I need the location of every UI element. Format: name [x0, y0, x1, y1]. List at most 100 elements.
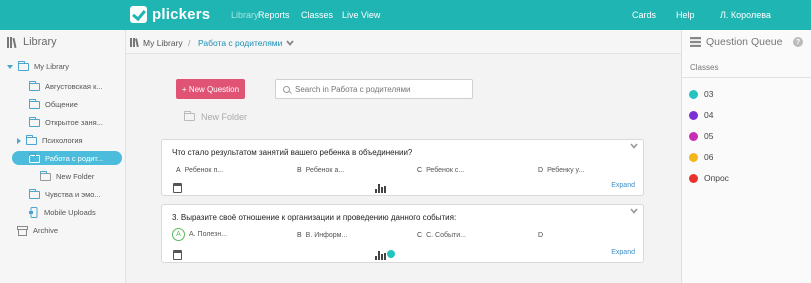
answer-text: Ребенок с...: [426, 167, 465, 174]
sidebar-item-folder[interactable]: Чувства и эмо...: [29, 188, 101, 201]
class-name: 03: [704, 89, 714, 99]
library-sidebar: Library My Library Августовская к... Общ…: [0, 30, 126, 283]
calendar-icon[interactable]: [173, 250, 182, 260]
class-item[interactable]: Опрос: [689, 173, 729, 183]
sidebar-item-folder[interactable]: Августовская к...: [29, 80, 103, 93]
sidebar-item-folder[interactable]: Психология: [17, 134, 83, 147]
answer-text: Ребенок п...: [184, 167, 224, 174]
answer-letter: B: [297, 167, 302, 174]
sidebar-item-new-folder[interactable]: New Folder: [40, 170, 94, 183]
folder-icon: [26, 134, 37, 145]
nav-classes[interactable]: Classes: [301, 10, 333, 20]
question-title: 3. Выразите своё отношение к организации…: [172, 213, 457, 222]
class-name: 06: [704, 152, 714, 162]
sidebar-item-label: Августовская к...: [45, 82, 103, 91]
class-color-dot: [689, 173, 698, 183]
new-folder-icon: [184, 111, 195, 121]
folder-icon: [29, 152, 40, 163]
class-item[interactable]: 03: [689, 89, 713, 99]
sidebar-item-folder[interactable]: Общение: [29, 98, 78, 111]
search-icon: [283, 85, 290, 93]
class-color-dot: [689, 110, 698, 120]
archive-icon: [17, 225, 28, 236]
class-name: 04: [704, 110, 714, 120]
class-item[interactable]: 05: [689, 131, 713, 141]
expand-caret-icon[interactable]: [7, 64, 13, 69]
queue-icon: [690, 37, 701, 47]
sidebar-item-archive[interactable]: Archive: [17, 224, 58, 237]
answer-choice: C Ребенок с...: [417, 167, 464, 174]
search-box[interactable]: [275, 79, 473, 99]
plickers-logo[interactable]: plickers: [130, 6, 210, 23]
answer-letter: B: [297, 232, 302, 239]
class-color-dot: [689, 131, 698, 141]
breadcrumb: My Library / Работа с родителями: [126, 30, 681, 54]
sidebar-item-folder[interactable]: Открытое заня...: [29, 116, 103, 129]
chevron-down-icon[interactable]: [630, 143, 638, 149]
library-icon: [7, 36, 17, 48]
class-color-dot: [689, 89, 698, 99]
answer-text: Ребенку у...: [547, 167, 585, 174]
sidebar-item-label: Психология: [42, 136, 83, 145]
answer-choice-correct: A А. Полезн...: [172, 228, 227, 241]
classes-label: Classes: [690, 63, 719, 72]
chevron-down-icon[interactable]: [630, 208, 638, 214]
answer-letter: D: [538, 232, 544, 239]
sidebar-item-label: Общение: [45, 100, 78, 109]
sidebar-item-selected-folder[interactable]: Работа с родит...: [29, 152, 103, 165]
calendar-icon[interactable]: [173, 183, 182, 193]
help-icon[interactable]: ?: [793, 37, 803, 47]
class-item[interactable]: 06: [689, 152, 713, 162]
chevron-down-icon[interactable]: [286, 40, 294, 46]
answer-letter: C: [417, 232, 423, 239]
new-folder-label: New Folder: [201, 112, 248, 122]
breadcrumb-current: Работа с родителями: [198, 38, 283, 48]
plickers-logo-icon: [130, 6, 147, 23]
nav-cards[interactable]: Cards: [632, 10, 656, 20]
breadcrumb-separator: /: [188, 38, 191, 48]
answer-text: В. Информ...: [305, 232, 348, 239]
class-name: 05: [704, 131, 714, 141]
question-card[interactable]: 3. Выразите своё отношение к организации…: [161, 204, 644, 263]
expand-link[interactable]: Expand: [611, 249, 635, 256]
answer-choice: C С. Событи...: [417, 232, 466, 239]
new-question-button[interactable]: + New Question: [176, 79, 245, 99]
bar-chart-icon[interactable]: [375, 184, 386, 193]
sidebar-item-label: Чувства и эмо...: [45, 190, 101, 199]
answer-letter: A: [176, 167, 181, 174]
answer-text: С. Событи...: [426, 232, 466, 239]
mobile-icon: [29, 207, 38, 218]
new-folder-button[interactable]: New Folder: [184, 111, 248, 122]
sidebar-item-label: Archive: [33, 226, 59, 235]
nav-user-account[interactable]: Л. Королева: [720, 10, 771, 20]
expand-link[interactable]: Expand: [611, 182, 635, 189]
search-input[interactable]: [295, 84, 465, 94]
nav-reports[interactable]: Reports: [258, 10, 290, 20]
sidebar-item-my-library[interactable]: My Library: [7, 60, 69, 73]
brand-name: plickers: [152, 6, 211, 23]
question-title: Что стало результатом занятий вашего реб…: [172, 148, 413, 157]
nav-live-view[interactable]: Live View: [342, 10, 380, 20]
class-item[interactable]: 04: [689, 110, 713, 120]
queued-class-dot: [387, 250, 395, 258]
sidebar-title: Library: [23, 36, 57, 48]
expand-caret-icon[interactable]: [17, 137, 21, 144]
correct-answer-letter: A: [172, 228, 185, 241]
answer-choice: B В. Информ...: [297, 232, 347, 239]
bar-chart-icon[interactable]: [375, 251, 386, 260]
nav-library[interactable]: Library: [231, 10, 259, 20]
divider: [682, 77, 811, 78]
nav-help[interactable]: Help: [676, 10, 695, 20]
new-folder-icon: [40, 170, 51, 181]
sidebar-item-label: New Folder: [56, 172, 95, 181]
answer-choice: A Ребенок п...: [176, 167, 223, 174]
queue-title: Question Queue: [706, 36, 783, 48]
top-navbar: plickers Library Reports Classes Live Vi…: [0, 0, 811, 30]
sidebar-item-mobile-uploads[interactable]: Mobile Uploads: [29, 206, 96, 219]
question-card[interactable]: Что стало результатом занятий вашего реб…: [161, 139, 644, 196]
queue-header: Question Queue: [690, 36, 782, 48]
answer-choice: D Ребенку у...: [538, 167, 584, 174]
sidebar-item-label: Работа с родит...: [45, 154, 104, 163]
breadcrumb-root[interactable]: My Library: [143, 38, 183, 48]
folder-icon: [29, 188, 40, 199]
